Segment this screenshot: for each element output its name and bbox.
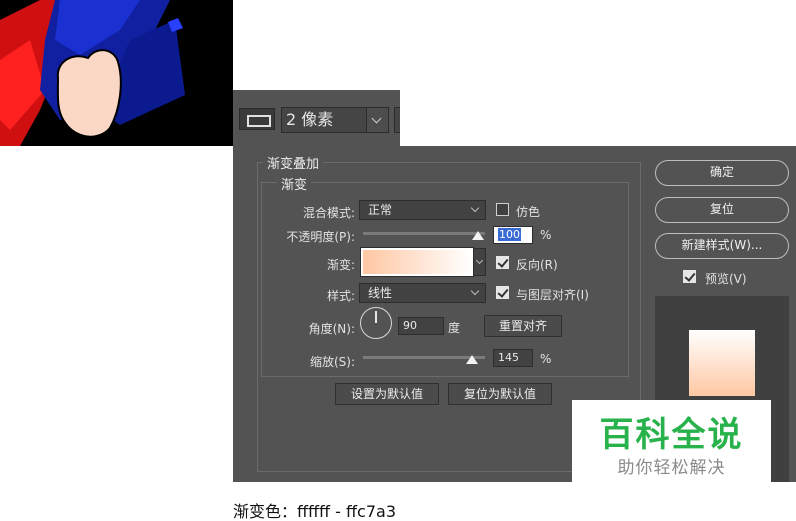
options-toolbar: 2 像素 bbox=[233, 90, 400, 146]
blend-mode-select[interactable]: 正常 bbox=[359, 200, 486, 220]
opacity-unit: % bbox=[540, 228, 552, 242]
gradient-label: 渐变: bbox=[326, 258, 355, 272]
watermark-subtitle: 助你轻松解决 bbox=[617, 458, 726, 478]
stroke-size-select[interactable]: 2 像素 bbox=[281, 107, 389, 133]
style-select[interactable]: 线性 bbox=[359, 283, 486, 303]
stroke-type-button[interactable] bbox=[239, 108, 275, 130]
blend-mode-label: 混合模式: bbox=[302, 206, 355, 220]
ok-button[interactable]: 确定 bbox=[655, 160, 789, 186]
scale-slider-thumb[interactable] bbox=[466, 355, 478, 364]
style-preview-swatch bbox=[689, 330, 755, 396]
section-title: 渐变叠加 bbox=[263, 153, 324, 172]
gradient-preview-swatch[interactable] bbox=[360, 247, 474, 277]
angle-unit: 度 bbox=[448, 321, 461, 335]
artwork-illustration bbox=[0, 0, 233, 146]
align-with-layer-checkbox[interactable] bbox=[496, 286, 509, 299]
angle-label: 角度(N): bbox=[308, 322, 355, 336]
align-with-layer-label: 与图层对齐(I) bbox=[516, 288, 589, 302]
reverse-label: 反向(R) bbox=[516, 258, 558, 272]
style-label: 样式: bbox=[326, 289, 355, 303]
opacity-input[interactable]: 100 bbox=[493, 226, 533, 244]
gradient-picker-dropdown[interactable] bbox=[473, 248, 486, 276]
preview-label: 预览(V) bbox=[705, 272, 747, 286]
reverse-checkbox[interactable] bbox=[496, 256, 509, 269]
preview-checkbox[interactable] bbox=[683, 270, 696, 283]
watermark-logo: 百科全说 助你轻松解决 bbox=[572, 400, 771, 482]
gradient-color-caption: 渐变色：ffffff - ffc7a3 bbox=[233, 502, 397, 521]
set-as-default-button[interactable]: 设置为默认值 bbox=[335, 383, 439, 405]
opacity-slider-thumb[interactable] bbox=[472, 231, 484, 240]
dither-checkbox[interactable] bbox=[496, 203, 509, 216]
scale-input[interactable]: 145 bbox=[493, 349, 533, 367]
scale-label: 缩放(S): bbox=[309, 355, 355, 369]
stroke-size-value: 2 像素 bbox=[286, 110, 334, 129]
watermark-title: 百科全说 bbox=[599, 415, 744, 455]
scale-unit: % bbox=[540, 352, 552, 366]
reset-button[interactable]: 复位 bbox=[655, 197, 789, 223]
reset-alignment-button[interactable]: 重置对齐 bbox=[484, 315, 562, 337]
new-style-button[interactable]: 新建样式(W)... bbox=[655, 233, 789, 259]
toolbar-next-control[interactable] bbox=[394, 107, 400, 133]
angle-dial[interactable] bbox=[360, 307, 392, 339]
artwork-thumbnail bbox=[0, 0, 233, 146]
chevron-down-icon[interactable] bbox=[366, 108, 388, 132]
reset-to-default-button[interactable]: 复位为默认值 bbox=[448, 383, 552, 405]
angle-input[interactable]: 90 bbox=[398, 317, 444, 335]
dither-label: 仿色 bbox=[516, 205, 541, 219]
opacity-value: 100 bbox=[498, 228, 521, 241]
opacity-label: 不透明度(P): bbox=[286, 230, 355, 244]
group-title: 渐变 bbox=[277, 174, 312, 193]
opacity-slider[interactable] bbox=[363, 232, 485, 235]
